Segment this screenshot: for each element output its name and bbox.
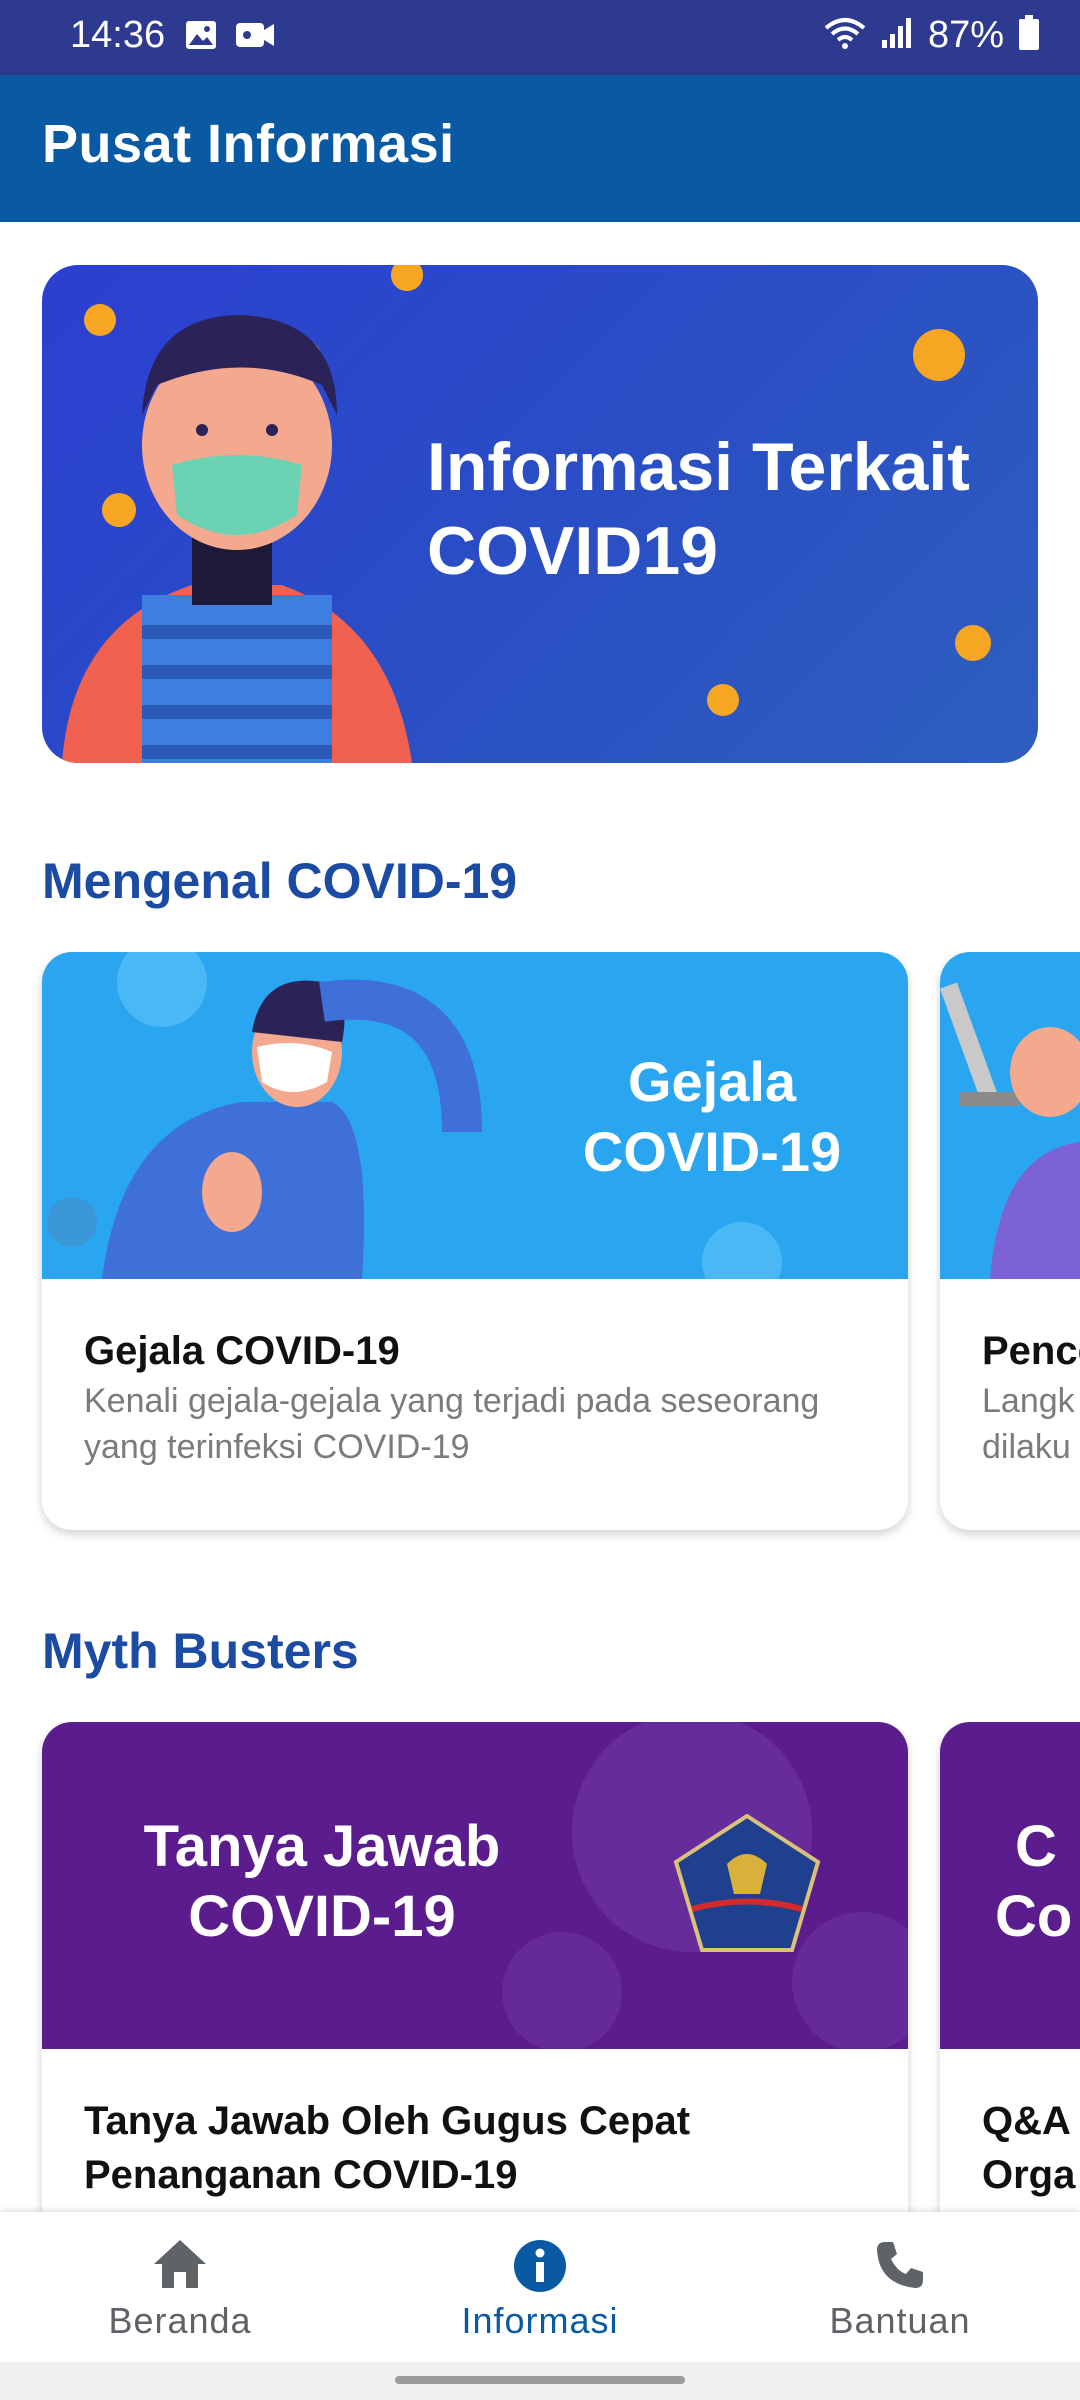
myth-carousel[interactable]: Tanya Jawab COVID-19 Tanya Jawab Oleh Gu… [0,1722,1080,2212]
card-pencegahan[interactable]: Pence Langk dilaku [940,952,1080,1530]
status-time: 14:36 [70,14,166,56]
card-gejala-image-text-line1: Gejala [627,1050,797,1113]
card-gejala[interactable]: Gejala COVID-19 Gejala COVID-19 Kenali g… [42,952,908,1530]
card-tanya-jawab-image-text-line2: COVID-19 [188,1884,456,1949]
wifi-icon [824,16,866,55]
nav-item-bantuan[interactable]: Bantuan [720,2212,1080,2362]
pencegahan-illustration [940,982,1080,1279]
card-qna-image-text-line2: Co [995,1884,1073,1949]
battery-percentage: 87% [927,14,1004,56]
gugus-tugas-logo [672,1813,822,1954]
card-tanya-jawab-title: Tanya Jawab Oleh Gugus Cepat Penanganan … [84,2099,691,2197]
video-camera-icon [235,20,275,55]
card-pencegahan-image [940,952,1080,1279]
nav-label-beranda: Beranda [108,2300,252,2341]
hero-title: Informasi Terkait COVID19 [427,425,1027,593]
battery-icon [1018,15,1040,56]
status-notification-icons [185,20,275,55]
app-bar: Pusat Informasi [0,75,1080,222]
hero-banner[interactable]: Informasi Terkait COVID19 [42,265,1038,763]
phone-icon [873,2238,927,2297]
card-gejala-image-text: Gejala COVID-19 [522,1047,902,1187]
card-tanya-jawab-image: Tanya Jawab COVID-19 [42,1722,908,2049]
card-qna-image-text-line1: C [1015,1814,1057,1879]
nav-item-informasi[interactable]: Informasi [360,2212,720,2362]
card-gejala-title: Gejala COVID-19 [84,1329,400,1373]
card-tanya-jawab-image-text: Tanya Jawab COVID-19 [102,1812,542,1952]
content-scroll[interactable]: Informasi Terkait COVID19 Mengenal COVID… [0,222,1080,2212]
card-tanya-jawab[interactable]: Tanya Jawab COVID-19 Tanya Jawab Oleh Gu… [42,1722,908,2212]
bottom-navigation: Beranda Informasi Bantuan [0,2212,1080,2362]
hero-title-line2: COVID19 [427,513,718,589]
card-gejala-image: Gejala COVID-19 [42,952,908,1279]
card-tanya-jawab-image-text-line1: Tanya Jawab [143,1814,501,1879]
card-pencegahan-title: Pence [982,1329,1080,1373]
gallery-icon [185,20,217,55]
screen: 14:36 87% Pusat Informasi Informasi Terk… [0,0,1080,2400]
hero-title-line1: Informasi Terkait [427,429,970,505]
card-qna-image-text: C Co [995,1812,1080,1952]
status-right-icons: 87% [824,14,1040,57]
card-gejala-image-text-line2: COVID-19 [582,1120,842,1183]
nav-label-informasi: Informasi [461,2300,619,2341]
gesture-navigation-area [0,2362,1080,2400]
card-gejala-description: Kenali gejala-gejala yang terjadi pada s… [84,1382,820,1466]
nav-item-beranda[interactable]: Beranda [0,2212,360,2362]
card-pencegahan-description: Langk dilaku [982,1382,1075,1466]
card-qna-organisasi[interactable]: C Co Q&A Orga [940,1722,1080,2212]
section-title-myth-busters: Myth Busters [42,1623,359,1679]
page-title: Pusat Informasi [42,114,455,174]
info-icon [512,2238,568,2299]
mengenal-carousel[interactable]: Gejala COVID-19 Gejala COVID-19 Kenali g… [0,952,1080,1542]
home-icon [152,2238,208,2295]
card-qna-title: Q&A Orga [982,2099,1076,2197]
card-qna-image: C Co [940,1722,1080,2049]
signal-icon [880,16,914,55]
gesture-handle[interactable] [395,2376,685,2384]
nav-label-bantuan: Bantuan [829,2300,971,2341]
status-bar: 14:36 87% [0,0,1080,75]
section-title-mengenal: Mengenal COVID-19 [42,853,518,909]
